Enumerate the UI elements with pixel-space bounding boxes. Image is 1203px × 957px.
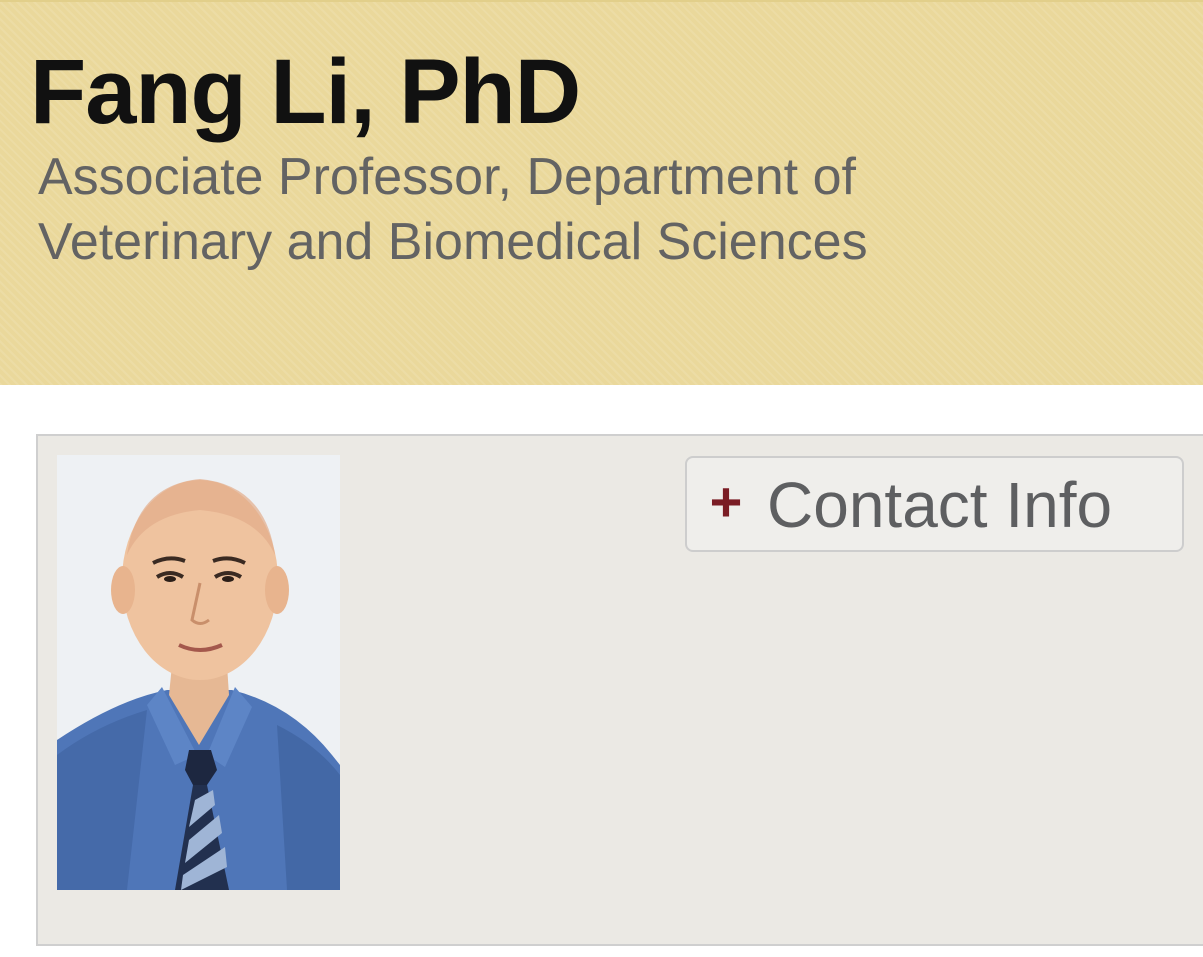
contact-info-button[interactable]: + Contact Info <box>685 456 1184 552</box>
profile-header-banner: Fang Li, PhD Associate Professor, Depart… <box>0 0 1203 385</box>
profile-photo <box>57 455 340 890</box>
contact-info-label: Contact Info <box>767 469 1113 541</box>
profile-card: + Contact Info <box>36 434 1203 946</box>
job-title: Associate Professor, Department of Veter… <box>38 148 868 271</box>
page-title: Fang Li, PhD <box>30 41 581 143</box>
portrait-photo-icon <box>57 455 340 890</box>
plus-icon: + <box>709 470 743 533</box>
